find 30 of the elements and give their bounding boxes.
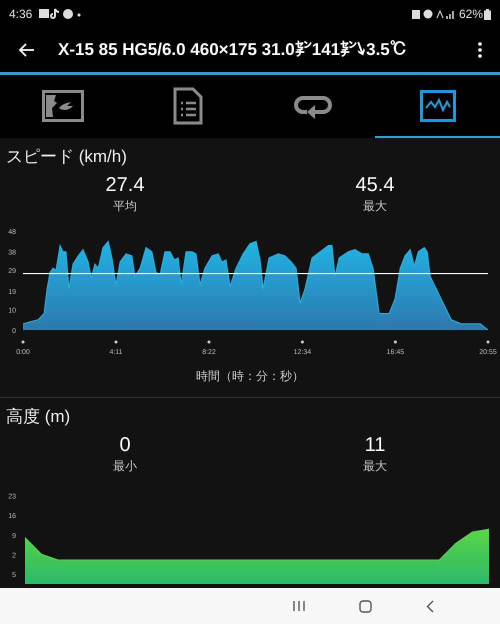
stat-value: 11 — [364, 433, 386, 458]
stat-value: 27.4 — [106, 173, 144, 198]
stat-label: 最大 — [363, 458, 387, 474]
back-arrow-icon — [19, 43, 35, 57]
x-tick-dot — [114, 340, 118, 344]
screen-title: X-15 85 HG5/6.0 460×175 31.0㌢141㌢↘3.5℃ — [58, 39, 407, 62]
activity-chart-icon — [420, 90, 456, 122]
more-vertical-icon — [478, 42, 482, 58]
x-tick-dot — [22, 340, 24, 344]
system-status-icons — [410, 8, 457, 20]
x-tick-dot — [394, 340, 397, 344]
x-tick-dot — [208, 340, 210, 344]
stat-label: 平均 — [113, 198, 137, 214]
back-nav-button[interactable] — [426, 600, 434, 612]
axis-title: 時間（時：分：秒） — [196, 369, 304, 383]
status-time: 4:36 — [9, 6, 32, 23]
battery-icon — [484, 8, 491, 20]
section-title: スピード (km/h) — [5, 146, 128, 168]
document-icon — [172, 86, 202, 124]
x-tick-dot — [486, 340, 490, 344]
stat-value: 45.4 — [356, 173, 394, 198]
stat-label: 最大 — [363, 198, 387, 214]
map-icon — [42, 90, 84, 122]
home-button[interactable] — [359, 600, 372, 612]
section-title: 高度 (m) — [5, 406, 72, 428]
recent-apps-button[interactable] — [293, 600, 305, 612]
x-tick-dot — [300, 340, 304, 344]
battery-percent: 62% — [458, 6, 483, 23]
stat-value: 0 — [119, 433, 131, 458]
stat-label: 最小 — [113, 458, 137, 474]
